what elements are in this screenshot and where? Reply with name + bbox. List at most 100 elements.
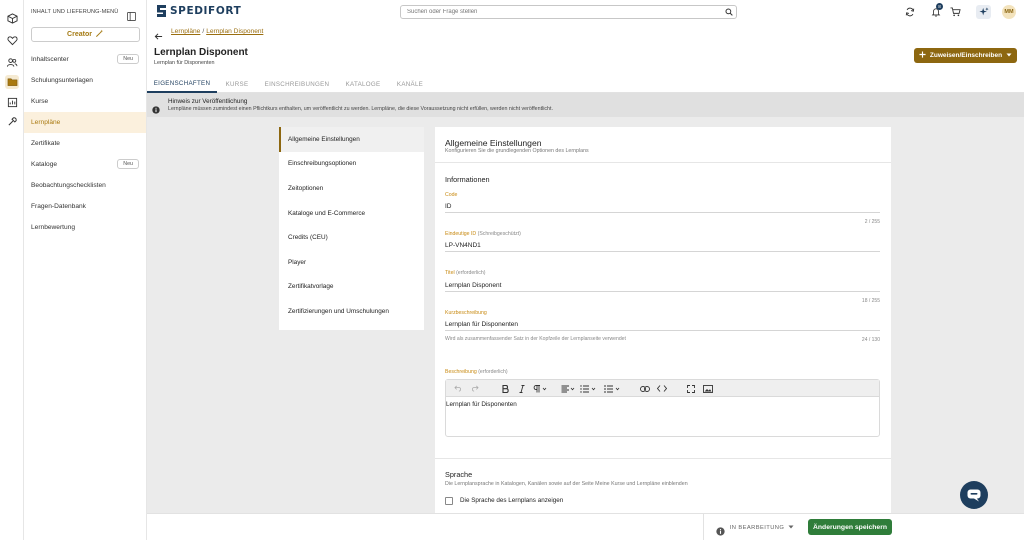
- undo-icon[interactable]: [453, 383, 463, 394]
- heart-icon[interactable]: [5, 33, 19, 47]
- users-icon[interactable]: [5, 55, 19, 69]
- card-header: Allgemeine Einstellungen Konfigurieren S…: [435, 127, 891, 163]
- topbar: SPEDIFORT 8 MM: [147, 0, 1024, 24]
- code-view-icon[interactable]: [656, 383, 668, 394]
- chat-bubble-icon: [967, 489, 981, 501]
- tools-icon[interactable]: [5, 114, 19, 128]
- sidebar-item-label: Beobachtungschecklisten: [31, 182, 106, 189]
- box-icon[interactable]: [5, 11, 19, 25]
- cart-icon[interactable]: [949, 6, 961, 18]
- ai-assistant-button[interactable]: [976, 5, 991, 19]
- section-informationen: Informationen: [445, 175, 490, 184]
- italic-icon[interactable]: [517, 383, 527, 394]
- align-icon[interactable]: [560, 383, 576, 394]
- short-desc-input[interactable]: [445, 318, 880, 331]
- show-language-label: Die Sprache des Lernplans anzeigen: [460, 497, 564, 504]
- settings-item-kataloge[interactable]: Kataloge und E-Commerce: [279, 201, 424, 226]
- sidebar-item-label: Kataloge: [31, 161, 58, 168]
- plus-icon: [919, 51, 926, 60]
- sidebar-item-schulungsunterlagen[interactable]: Schulungsunterlagen: [24, 70, 146, 91]
- short-desc-help: Wird als zusammenfassender Satz in der K…: [445, 336, 626, 342]
- short-desc-char-count: 24 / 130: [861, 337, 880, 343]
- tab-eigenschaften[interactable]: EIGENSCHAFTEN: [147, 75, 217, 93]
- sync-icon[interactable]: [904, 6, 916, 18]
- user-avatar[interactable]: MM: [1002, 5, 1016, 19]
- breadcrumb-lernplaene[interactable]: Lernpläne: [171, 28, 200, 35]
- bold-icon[interactable]: [500, 383, 510, 394]
- settings-item-einschreibung[interactable]: Einschreibungsoptionen: [279, 152, 424, 177]
- search-input[interactable]: [401, 6, 719, 18]
- editor-toolbar: [446, 380, 879, 397]
- sidebar-item-kataloge[interactable]: Kataloge Neu: [24, 154, 146, 175]
- logo-text: SPEDIFORT: [170, 5, 242, 17]
- show-language-checkbox[interactable]: [445, 497, 453, 505]
- numbered-list-icon[interactable]: [579, 383, 597, 394]
- sidebar-item-zertifikate[interactable]: Zertifikate: [24, 133, 146, 154]
- assign-label: Zuweisen/Einschreiben: [929, 52, 1003, 59]
- brand-logo[interactable]: SPEDIFORT: [156, 3, 241, 19]
- assign-enroll-button[interactable]: Zuweisen/Einschreiben: [914, 48, 1017, 63]
- editor-content[interactable]: Lernplan für Disponenten: [446, 401, 517, 408]
- fullscreen-icon[interactable]: [686, 383, 696, 394]
- search-box[interactable]: [400, 5, 737, 19]
- settings-item-zertifikatvorlage[interactable]: Zertifikatvorlage: [279, 275, 424, 300]
- unique-id-label-text: Eindeutige ID: [445, 231, 477, 237]
- title-label-text: Titel: [445, 270, 455, 276]
- title-char-count: 18 / 255: [861, 298, 880, 304]
- tab-kataloge[interactable]: KATALOGE: [342, 75, 384, 93]
- image-icon[interactable]: [702, 383, 714, 394]
- sidebar-item-label: Fragen-Datenbank: [31, 203, 86, 210]
- code-input[interactable]: [445, 200, 880, 213]
- sidebar-item-beobachtungschecklisten[interactable]: Beobachtungschecklisten: [24, 175, 146, 196]
- settings-item-player[interactable]: Player: [279, 250, 424, 275]
- settings-item-credits[interactable]: Credits (CEU): [279, 225, 424, 250]
- page-title: Lernplan Disponent: [154, 47, 248, 58]
- new-badge: Neu: [117, 54, 139, 64]
- save-changes-button[interactable]: Änderungen speichern: [808, 519, 892, 535]
- notice-title: Hinweis zur Veröffentlichung: [168, 98, 248, 105]
- paragraph-format-icon[interactable]: [532, 383, 548, 394]
- tab-einschreibungen[interactable]: EINSCHREIBUNGEN: [263, 75, 331, 93]
- caret-down-icon: [1006, 52, 1012, 60]
- short-desc-label: Kurzbeschreibung: [445, 310, 487, 316]
- redo-icon[interactable]: [470, 383, 480, 394]
- sidebar-item-label: Zertifikate: [31, 140, 60, 147]
- creator-button[interactable]: Creator: [31, 27, 140, 42]
- new-badge: Neu: [117, 159, 139, 169]
- back-arrow-icon[interactable]: [154, 28, 164, 40]
- sidebar: INHALT UND LIEFERUNG-MENÜ Creator Inhalt…: [24, 0, 147, 540]
- title-input[interactable]: [445, 279, 880, 292]
- settings-item-zeitoptionen[interactable]: Zeitoptionen: [279, 176, 424, 201]
- card-title: Allgemeine Einstellungen: [445, 138, 542, 148]
- report-icon[interactable]: [5, 95, 19, 109]
- tab-kurse[interactable]: KURSE: [221, 75, 253, 93]
- search-icon[interactable]: [721, 6, 736, 18]
- breadcrumb: Lernpläne / Lernplan Disponent: [171, 28, 263, 35]
- folder-content-icon[interactable]: [5, 75, 19, 89]
- notification-count-badge: 8: [936, 3, 943, 10]
- breadcrumb-current[interactable]: Lernplan Disponent: [206, 28, 263, 35]
- sidebar-item-label: Inhaltscenter: [31, 56, 69, 63]
- sidebar-item-lernbewertung[interactable]: Lernbewertung: [24, 217, 146, 238]
- chat-button[interactable]: [960, 481, 988, 509]
- description-label: Beschreibung (erforderlich): [445, 369, 508, 375]
- page-subtitle: Lernplan für Disponenten: [154, 60, 215, 66]
- sidebar-item-kurse[interactable]: Kurse: [24, 91, 146, 112]
- status-info-icon[interactable]: [716, 523, 725, 536]
- sidebar-item-lernplaene[interactable]: Lernpläne: [24, 112, 146, 133]
- settings-item-allgemein[interactable]: Allgemeine Einstellungen: [279, 127, 424, 152]
- sidebar-item-fragen-datenbank[interactable]: Fragen-Datenbank: [24, 196, 146, 217]
- settings-item-zertifizierungen[interactable]: Zertifizierungen und Umschulungen: [279, 299, 424, 324]
- section-sprache: Sprache: [445, 470, 473, 479]
- bullet-list-icon[interactable]: [603, 383, 621, 394]
- sidebar-item-inhaltscenter[interactable]: Inhaltscenter Neu: [24, 49, 146, 70]
- collapse-sidebar-icon[interactable]: [127, 8, 137, 21]
- language-section-subtitle: Die Lernplansprache in Katalogen, Kanäle…: [445, 481, 688, 487]
- logo-mark-icon: [157, 5, 166, 17]
- tab-kanaele[interactable]: KANÄLE: [394, 75, 426, 93]
- link-icon[interactable]: [639, 383, 651, 394]
- code-char-count: 2 / 255: [864, 219, 880, 225]
- icon-rail: [0, 0, 24, 540]
- status-dropdown[interactable]: IN BEARBEITUNG: [727, 520, 797, 535]
- notification-bell-icon[interactable]: 8: [930, 3, 943, 18]
